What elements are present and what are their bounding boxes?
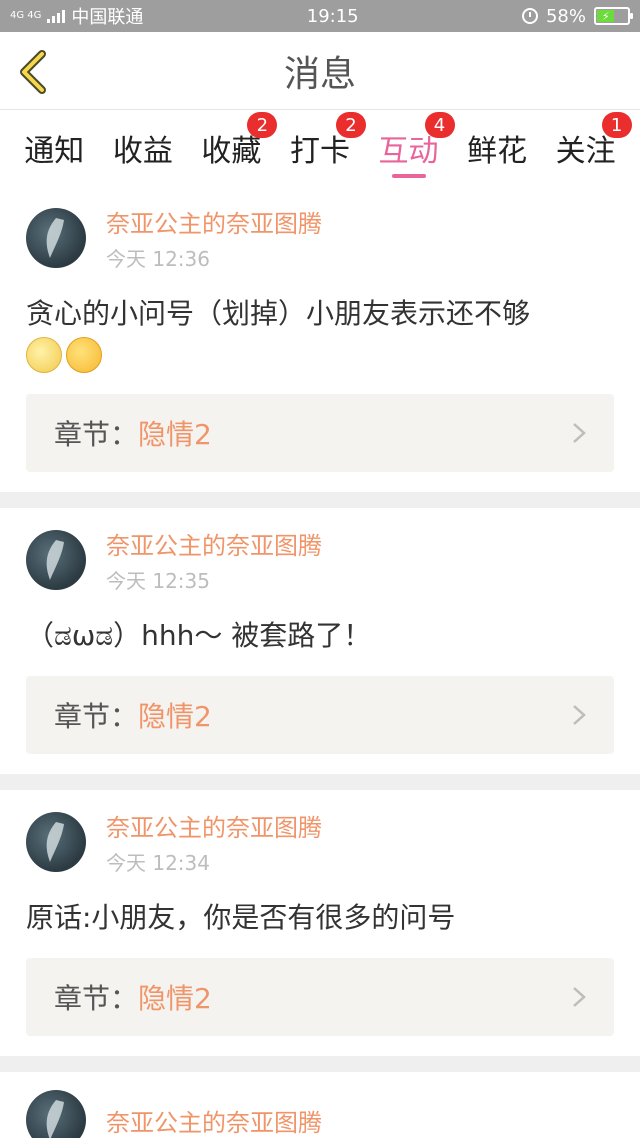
chapter-link[interactable]: 章节：隐情2	[26, 676, 614, 754]
network-type: 4G 4G	[10, 10, 42, 21]
avatar[interactable]	[26, 812, 86, 872]
avatar[interactable]	[26, 530, 86, 590]
message-card: 奈亚公主的奈亚图腾 今天 12:34 原话:小朋友，你是否有很多的问号 章节：隐…	[0, 790, 640, 1056]
user-name[interactable]: 奈亚公主的奈亚图腾	[106, 526, 322, 561]
message-card: 奈亚公主的奈亚图腾	[0, 1072, 640, 1138]
nav-header: 消息	[0, 32, 640, 110]
status-right: 58% ⚡	[521, 5, 633, 27]
unread-badge: 4	[424, 112, 455, 138]
chapter-label: 章节：	[54, 418, 139, 451]
laughing-tears-emoji-icon	[66, 337, 102, 373]
alarm-icon	[521, 8, 538, 24]
status-left: 4G 4G 中国联通	[10, 3, 143, 29]
signal-icon	[47, 9, 66, 23]
tab-favorites[interactable]: 收藏 2	[197, 110, 278, 186]
chapter-label: 章节：	[54, 982, 139, 1015]
message-card: 奈亚公主的奈亚图腾 今天 12:36 贪心的小问号（划掉）小朋友表示还不够 章节…	[0, 186, 640, 492]
active-tab-indicator	[391, 174, 426, 178]
tab-label: 收益	[112, 134, 173, 169]
status-bar: 4G 4G 中国联通 19:15 58% ⚡	[0, 0, 640, 32]
carrier-name: 中国联通	[71, 7, 144, 28]
avatar[interactable]	[26, 208, 86, 268]
chapter-value: 隐情2	[138, 700, 212, 733]
message-card: 奈亚公主的奈亚图腾 今天 12:35 （ಡωಡ）hhh～ 被套路了！ 章节：隐情…	[0, 508, 640, 774]
message-text: 贪心的小问号（划掉）小朋友表示还不够	[26, 297, 531, 330]
avatar[interactable]	[26, 1090, 86, 1138]
chapter-value: 隐情2	[138, 982, 212, 1015]
user-row: 奈亚公主的奈亚图腾	[26, 1090, 614, 1138]
chapter-link[interactable]: 章节：隐情2	[26, 394, 614, 472]
tab-notice[interactable]: 通知	[20, 110, 88, 186]
page-title: 消息	[283, 53, 356, 95]
battery-percent: 58%	[545, 5, 586, 27]
user-name[interactable]: 奈亚公主的奈亚图腾	[106, 204, 322, 239]
user-row: 奈亚公主的奈亚图腾 今天 12:36	[26, 204, 614, 272]
user-row: 奈亚公主的奈亚图腾 今天 12:35	[26, 526, 614, 594]
back-arrow-icon[interactable]	[14, 50, 54, 94]
chapter-value: 隐情2	[138, 418, 212, 451]
message-text: （ಡωಡ）hhh～ 被套路了！	[26, 619, 372, 652]
message-content: 贪心的小问号（划掉）小朋友表示还不够	[26, 294, 614, 374]
tab-flowers[interactable]: 鲜花	[463, 110, 531, 186]
message-text: 原话:小朋友，你是否有很多的问号	[26, 901, 456, 934]
battery-icon: ⚡	[593, 7, 633, 25]
message-tabs: 通知 收益 收藏 2 打卡 2 互动 4 鲜花 关注 1	[0, 110, 640, 186]
unread-badge: 1	[601, 112, 632, 138]
unread-badge: 2	[335, 112, 366, 138]
user-name[interactable]: 奈亚公主的奈亚图腾	[106, 1103, 322, 1138]
user-name[interactable]: 奈亚公主的奈亚图腾	[106, 808, 322, 843]
tab-checkin[interactable]: 打卡 2	[286, 110, 366, 186]
status-time: 19:15	[306, 5, 359, 27]
chapter-link[interactable]: 章节：隐情2	[26, 958, 614, 1036]
chapter-label: 章节：	[54, 700, 139, 733]
message-time: 今天 12:36	[106, 247, 210, 271]
chevron-right-icon	[573, 705, 586, 725]
user-row: 奈亚公主的奈亚图腾 今天 12:34	[26, 808, 614, 876]
tab-follow[interactable]: 关注 1	[552, 110, 632, 186]
message-time: 今天 12:35	[106, 569, 210, 593]
chevron-right-icon	[573, 423, 586, 443]
chevron-right-icon	[573, 987, 586, 1007]
unread-badge: 2	[247, 112, 278, 138]
moon-face-emoji-icon	[26, 337, 62, 373]
tab-interaction[interactable]: 互动 4	[375, 110, 455, 186]
message-time: 今天 12:34	[106, 851, 210, 875]
tab-earnings[interactable]: 收益	[109, 110, 177, 186]
tab-label: 通知	[24, 134, 85, 169]
tab-label: 鲜花	[467, 134, 528, 169]
